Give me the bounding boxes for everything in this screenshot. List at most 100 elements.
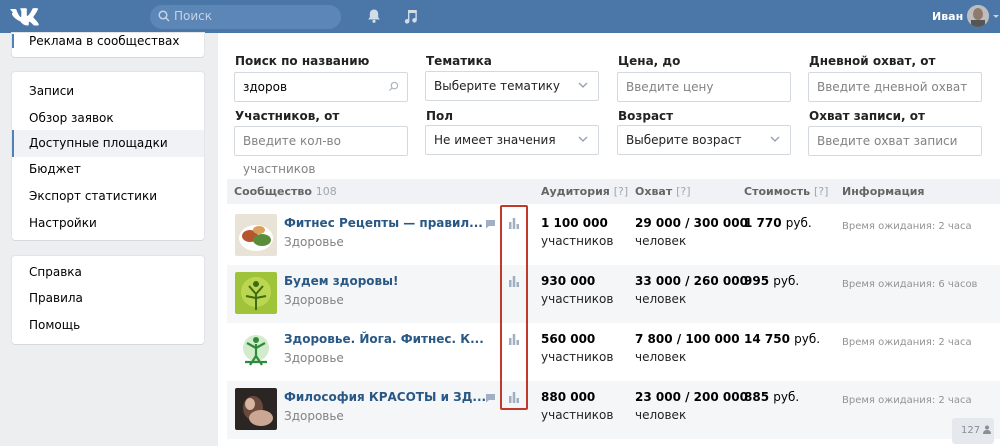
filter-age-value: Выберите возраст <box>626 133 742 147</box>
reach-unit: человек <box>635 234 687 248</box>
filter-age-select[interactable]: Выберите возраст <box>617 125 791 155</box>
search-input[interactable]: Поиск <box>150 5 341 29</box>
header-community[interactable]: Сообщество 108 <box>234 185 337 198</box>
reach-value: 29 000 / 300 000 <box>635 216 748 230</box>
page-counter-value: 127 <box>961 425 981 436</box>
filter-post-reach-placeholder: Введите охват записи <box>817 134 958 148</box>
filter-name-label: Поиск по названию <box>235 54 370 68</box>
community-count: 108 <box>315 185 337 198</box>
sidebar-help-menu: Справка Правила Помощь <box>12 256 204 344</box>
help-icon[interactable]: [?] <box>676 185 690 198</box>
sidebar-item-available-platforms[interactable]: Доступные площадки <box>12 130 204 157</box>
community-avatar[interactable] <box>235 330 277 372</box>
sidebar-item-requests[interactable]: Обзор заявок <box>12 105 204 132</box>
filter-daily-reach-input[interactable]: Введите дневной охват <box>808 72 982 102</box>
community-avatar[interactable] <box>235 388 277 430</box>
page-counter-badge[interactable]: 127 <box>952 418 994 444</box>
audience-value: 1 100 000 <box>541 216 608 230</box>
sidebar-item-reference[interactable]: Справка <box>12 259 204 286</box>
annotation-highlight-box <box>500 205 528 410</box>
message-icon[interactable] <box>485 393 496 403</box>
filter-gender-select[interactable]: Не имеет значения <box>425 125 599 155</box>
filter-members-input[interactable]: Введите кол-во участников <box>234 126 408 176</box>
main-panel: Поиск по названию здоров Тематика Выбери… <box>218 33 1000 446</box>
sidebar-item-rules[interactable]: Правила <box>12 285 204 312</box>
sidebar-item-ads[interactable]: Реклама в сообществах <box>12 34 179 48</box>
filter-post-reach-label: Охват записи, от <box>809 109 925 123</box>
audience-unit: участников <box>541 350 614 364</box>
table-row[interactable]: Здоровье. Йога. Фитнес. К... Здоровье 56… <box>227 323 1000 381</box>
chevron-down-icon <box>578 82 588 88</box>
search-icon <box>388 81 399 92</box>
wait-time: Время ожидания: 6 часов <box>842 279 978 290</box>
table-row[interactable]: Будем здоровы! Здоровье 930 000 участник… <box>227 265 1000 323</box>
filter-age-label: Возраст <box>618 109 674 123</box>
chevron-down-icon <box>770 136 780 142</box>
cost-value: 1 770 руб. <box>744 216 812 230</box>
header-cost-label: Стоимость <box>744 185 811 198</box>
filter-post-reach-input[interactable]: Введите охват записи <box>808 126 982 156</box>
header-audience[interactable]: Аудитория [?] <box>541 185 628 198</box>
sidebar-item-posts[interactable]: Записи <box>12 78 204 105</box>
user-name[interactable]: Иван <box>932 10 963 23</box>
audience-unit: участников <box>541 292 614 306</box>
cost-currency: руб. <box>773 390 800 404</box>
top-bar: Поиск Иван <box>0 0 1000 33</box>
wait-time: Время ожидания: 2 часа <box>842 337 972 348</box>
filter-price-label: Цена, до <box>618 54 681 68</box>
header-info: Информация <box>842 185 925 198</box>
header-audience-label: Аудитория <box>541 185 610 198</box>
filter-gender-value: Не имеет значения <box>434 133 556 147</box>
sidebar-item-budget[interactable]: Бюджет <box>12 156 204 183</box>
reach-value: 7 800 / 100 000 <box>635 332 740 346</box>
chevron-down-icon <box>578 136 588 142</box>
header-reach[interactable]: Охват [?] <box>635 185 690 198</box>
reach-unit: человек <box>635 350 687 364</box>
community-category: Здоровье <box>284 235 344 249</box>
vk-logo[interactable] <box>10 7 44 27</box>
chevron-down-icon[interactable] <box>993 15 999 18</box>
table-header: Сообщество 108 Аудитория [?] Охват [?] С… <box>227 179 1000 204</box>
filter-price-placeholder: Введите цену <box>626 80 714 94</box>
cost-value: 995 руб. <box>744 274 799 288</box>
music-icon[interactable] <box>403 8 419 24</box>
wait-time: Время ожидания: 2 часа <box>842 221 972 232</box>
audience-unit: участников <box>541 408 614 422</box>
audience-value: 930 000 <box>541 274 596 288</box>
sidebar-item-help[interactable]: Помощь <box>12 312 204 339</box>
filter-name-input[interactable]: здоров <box>234 72 408 102</box>
community-category: Здоровье <box>284 351 344 365</box>
header-cost[interactable]: Стоимость [?] <box>744 185 828 198</box>
cost-currency: руб. <box>785 216 812 230</box>
reach-unit: человек <box>635 408 687 422</box>
audience-value: 560 000 <box>541 332 596 346</box>
wait-time: Время ожидания: 2 часа <box>842 395 972 406</box>
reach-unit: человек <box>635 292 687 306</box>
header-reach-label: Охват <box>635 185 673 198</box>
sidebar-top-card: Реклама в сообществах <box>12 33 204 57</box>
cost-amount: 1 770 <box>744 216 782 230</box>
community-avatar[interactable] <box>235 214 277 256</box>
help-icon[interactable]: [?] <box>614 185 628 198</box>
filter-topic-label: Тематика <box>426 54 492 68</box>
filter-daily-reach-placeholder: Введите дневной охват <box>817 80 968 94</box>
community-name[interactable]: Фитнес Рецепты — правил... <box>284 216 483 230</box>
filter-topic-select[interactable]: Выберите тематику <box>425 71 599 101</box>
community-name[interactable]: Здоровье. Йога. Фитнес. К... <box>284 332 484 346</box>
reach-value: 23 000 / 200 000 <box>635 390 748 404</box>
avatar[interactable] <box>967 5 989 27</box>
message-icon[interactable] <box>485 219 496 229</box>
table-row[interactable]: Философия КРАСОТЫ и ЗД... Здоровье 880 0… <box>227 381 1000 439</box>
filter-price-input[interactable]: Введите цену <box>617 72 791 102</box>
community-name[interactable]: Философия КРАСОТЫ и ЗД... <box>284 390 486 404</box>
community-category: Здоровье <box>284 293 344 307</box>
table-row[interactable]: Фитнес Рецепты — правил... Здоровье 1 10… <box>227 207 1000 265</box>
sidebar-item-export-stats[interactable]: Экспорт статистики <box>12 183 204 210</box>
sidebar-item-settings[interactable]: Настройки <box>12 210 204 237</box>
audience-value: 880 000 <box>541 390 596 404</box>
help-icon[interactable]: [?] <box>814 185 828 198</box>
community-name[interactable]: Будем здоровы! <box>284 274 398 288</box>
bell-icon[interactable] <box>366 8 382 24</box>
community-avatar[interactable] <box>235 272 277 314</box>
cost-amount: 885 <box>744 390 770 404</box>
